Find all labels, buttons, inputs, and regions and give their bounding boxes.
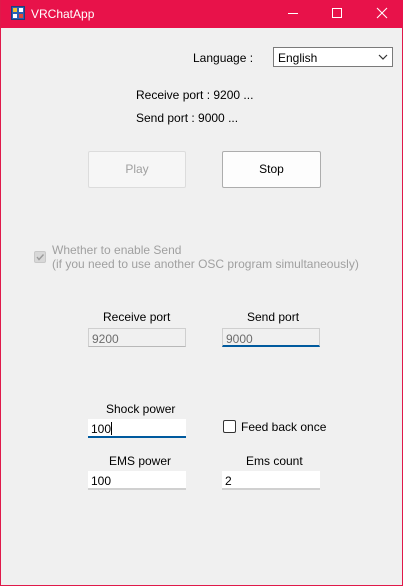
maximize-button[interactable] bbox=[315, 0, 359, 28]
receive-port-label: Receive port bbox=[103, 310, 171, 324]
language-select[interactable]: English bbox=[273, 47, 393, 67]
ems-count-value: 2 bbox=[225, 474, 232, 488]
ems-power-input[interactable]: 100 bbox=[88, 471, 186, 490]
receive-port-value: 9200 bbox=[92, 332, 119, 346]
language-selected-value: English bbox=[278, 51, 318, 65]
chevron-down-icon bbox=[378, 54, 388, 60]
ems-count-label: Ems count bbox=[246, 454, 303, 468]
shock-power-value: 100 bbox=[91, 422, 112, 436]
stop-button[interactable]: Stop bbox=[222, 151, 321, 188]
shock-power-input[interactable]: 100 bbox=[88, 419, 186, 438]
minimize-button[interactable] bbox=[271, 0, 315, 28]
ems-count-input[interactable]: 2 bbox=[222, 471, 320, 490]
receive-port-status: Receive port : 9200 ... bbox=[136, 88, 254, 102]
send-port-input[interactable]: 9000 bbox=[222, 328, 320, 347]
receive-port-input[interactable]: 9200 bbox=[88, 328, 186, 347]
app-icon bbox=[11, 6, 25, 20]
ems-power-value: 100 bbox=[91, 474, 112, 488]
checkmark-icon bbox=[36, 254, 45, 261]
close-button[interactable] bbox=[360, 0, 403, 28]
title-bar[interactable]: VRChatApp bbox=[1, 0, 403, 28]
enable-send-label: Whether to enable Send bbox=[52, 243, 182, 257]
ems-power-label: EMS power bbox=[109, 454, 172, 468]
feedback-once-checkbox[interactable] bbox=[223, 420, 236, 433]
maximize-icon bbox=[332, 8, 342, 18]
app-window: VRChatApp Language : English Receive por… bbox=[0, 0, 403, 586]
send-port-value: 9000 bbox=[226, 332, 253, 346]
enable-send-checkbox[interactable] bbox=[34, 251, 46, 263]
feedback-once-label: Feed back once bbox=[241, 420, 327, 434]
play-button[interactable]: Play bbox=[88, 151, 186, 188]
enable-send-hint: (if you need to use another OSC program … bbox=[52, 257, 359, 271]
text-caret bbox=[111, 422, 112, 435]
shock-power-label: Shock power bbox=[106, 402, 176, 416]
send-port-label: Send port bbox=[247, 310, 300, 324]
minimize-icon bbox=[288, 13, 298, 14]
language-label: Language : bbox=[193, 51, 254, 65]
send-port-status: Send port : 9000 ... bbox=[136, 111, 239, 125]
close-icon bbox=[376, 7, 388, 19]
window-title: VRChatApp bbox=[31, 7, 95, 21]
